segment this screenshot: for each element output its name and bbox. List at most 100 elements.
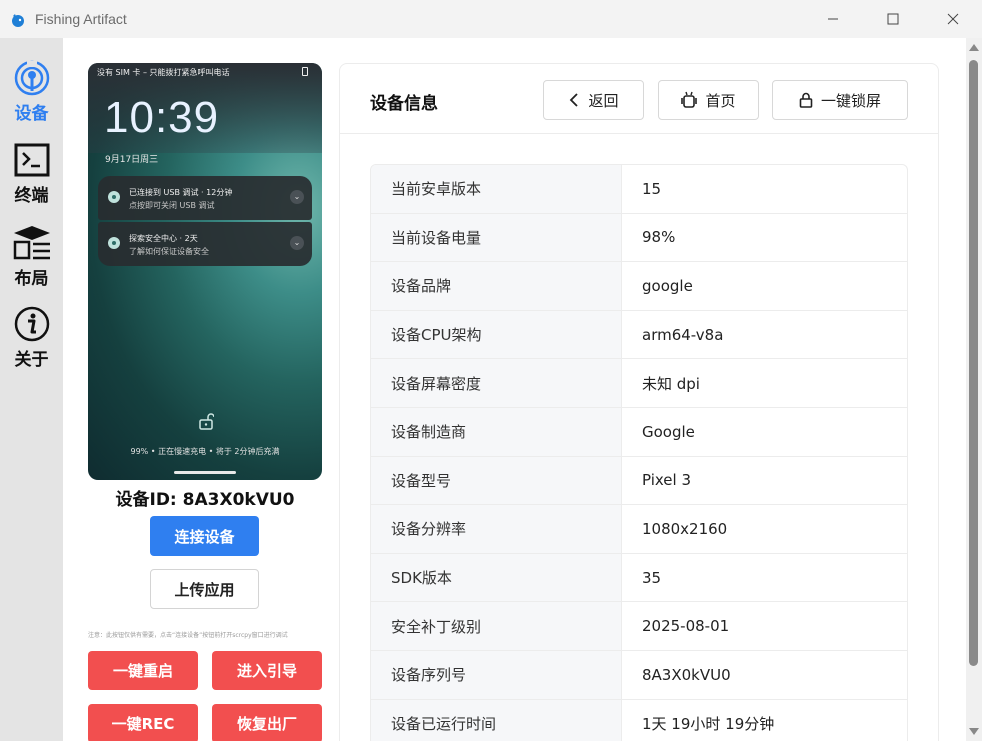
row-value: 1天 19小时 19分钟 [642,714,775,733]
scroll-down-icon[interactable] [969,728,979,735]
row-key: 安全补丁级别 [371,602,622,650]
row-value: 15 [642,179,662,198]
notification-body: 了解如何保证设备安全 [129,247,209,256]
scroll-up-icon[interactable] [969,44,979,51]
row-key: SDK版本 [371,553,622,602]
row-value: 35 [642,568,662,587]
row-key: 当前安卓版本 [371,165,622,213]
phone-home-bar [174,471,236,474]
row-value: 1080x2160 [642,519,728,538]
notification-usb-debug[interactable]: 已连接到 USB 调试 · 12分钟 点按即可关闭 USB 调试 ⌄ [98,176,312,220]
nav-item-device[interactable]: 设备 [0,46,63,124]
info-icon [12,304,52,343]
maximize-button[interactable] [870,0,916,38]
left-nav: 设备 终端 布局 关于 [0,38,63,741]
row-key: 设备已运行时间 [371,699,622,741]
table-row: 设备制造商 Google [371,407,907,457]
chevron-down-icon[interactable]: ⌄ [290,190,304,204]
back-button-label: 返回 [588,91,619,110]
row-key: 设备屏幕密度 [371,359,622,407]
layout-icon [12,222,52,262]
nav-label-device: 设备 [14,104,49,124]
device-info-table: 当前安卓版本 15 当前设备电量 98% 设备品牌 google 设备CPU架构 arm… [370,164,908,741]
device-id-label: 设备ID: 8A3X0kVU0 [115,490,295,510]
row-key: 设备分辨率 [371,505,622,553]
row-value: 8A3X0kVU0 [642,665,731,684]
device-signal-icon [12,58,52,97]
row-key: 设备CPU架构 [371,310,622,359]
table-row: 设备CPU架构 arm64-v8a [371,310,907,360]
table-row: 当前设备电量 98% [371,213,907,263]
notification-security[interactable]: 探索安全中心 · 2天 了解如何保证设备安全 ⌄ [98,222,312,266]
reboot-button[interactable]: 一键重启 [88,651,198,690]
phone-charging-text: 99% • 正在慢速充电 • 将于 2分钟后充满 [130,447,280,456]
nav-label-about: 关于 [14,350,49,370]
home-button[interactable]: 首页 [658,80,759,120]
table-row: 当前安卓版本 15 [371,165,907,214]
maximize-icon [887,13,899,25]
battery-icon [302,67,308,76]
usb-notification-icon [108,191,120,203]
table-row: 设备型号 Pixel 3 [371,456,907,506]
row-key: 设备制造商 [371,407,622,456]
nav-label-terminal: 终端 [14,186,49,206]
row-key: 设备序列号 [371,650,622,699]
row-key: 设备品牌 [371,262,622,310]
nav-item-about[interactable]: 关于 [0,292,63,370]
chevron-down-icon[interactable]: ⌄ [290,236,304,250]
row-value: 2025-08-01 [642,617,730,636]
home-button-label: 首页 [705,91,736,110]
device-info-title: 设备信息 [370,94,438,114]
nav-item-terminal[interactable]: 终端 [0,128,63,206]
notification-body: 点按即可关闭 USB 调试 [129,201,215,210]
table-row: 设备分辨率 1080x2160 [371,505,907,554]
table-row: 设备品牌 google [371,262,907,311]
scrollbar-thumb[interactable] [969,60,978,666]
factory-reset-button[interactable]: 恢复出厂 [212,704,322,741]
enter-bootloader-button[interactable]: 进入引导 [212,651,322,690]
table-row: 设备屏幕密度 未知 dpi [371,359,907,408]
row-value: 未知 dpi [642,374,700,393]
close-button[interactable] [930,0,976,38]
unlock-icon [199,413,214,430]
recovery-button[interactable]: 一键REC [88,704,198,741]
lock-screen-button[interactable]: 一键锁屏 [772,80,908,120]
phone-screen-preview[interactable]: 没有 SIM 卡 – 只能拨打紧急呼叫电话 10:39 9月17日周三 已连接到… [88,63,322,480]
back-button[interactable]: 返回 [543,80,644,120]
connect-device-button[interactable]: 连接设备 [150,516,259,556]
row-key: 设备型号 [371,456,622,505]
close-icon [947,13,959,25]
window-title: Fishing Artifact [35,11,127,27]
row-key: 当前设备电量 [371,213,622,262]
usage-note: 注意：此按钮仅供有需要，点击“连接设备”按钮前打开scrcpy窗口进行调试 [88,632,288,639]
row-value: Google [642,422,695,441]
minimize-button[interactable] [810,0,856,38]
chevron-left-icon [570,93,579,107]
row-value: Pixel 3 [642,471,692,490]
table-row: SDK版本 35 [371,553,907,603]
upload-app-button[interactable]: 上传应用 [150,569,259,609]
phone-status-text: 没有 SIM 卡 – 只能拨打紧急呼叫电话 [97,68,230,77]
nav-item-layout[interactable]: 布局 [0,210,63,289]
table-row: 安全补丁级别 2025-08-01 [371,602,907,651]
phone-date: 9月17日周三 [105,155,159,165]
device-info-card: 设备信息 返回 首页 一键锁屏 当前安卓版本 15 当前设备电量 98% 设备品… [339,63,939,741]
lock-icon [799,92,813,108]
lock-screen-button-label: 一键锁屏 [820,91,881,110]
title-bar: Fishing Artifact [0,0,982,38]
row-value: google [642,276,693,295]
table-row: 设备序列号 8A3X0kVU0 [371,650,907,700]
row-value: 98% [642,228,676,247]
terminal-icon [12,140,52,179]
minimize-icon [828,18,838,20]
vertical-scrollbar[interactable] [966,38,982,741]
security-notification-icon [108,237,120,249]
device-info-header: 设备信息 返回 首页 一键锁屏 [340,64,938,134]
table-row: 设备已运行时间 1天 19小时 19分钟 [371,699,907,741]
phone-clock: 10:39 [104,93,220,142]
android-icon [681,91,698,108]
nav-label-layout: 布局 [14,269,49,289]
row-value: arm64-v8a [642,325,724,344]
notification-title: 已连接到 USB 调试 · 12分钟 [129,188,233,197]
fish-app-icon [12,14,24,27]
